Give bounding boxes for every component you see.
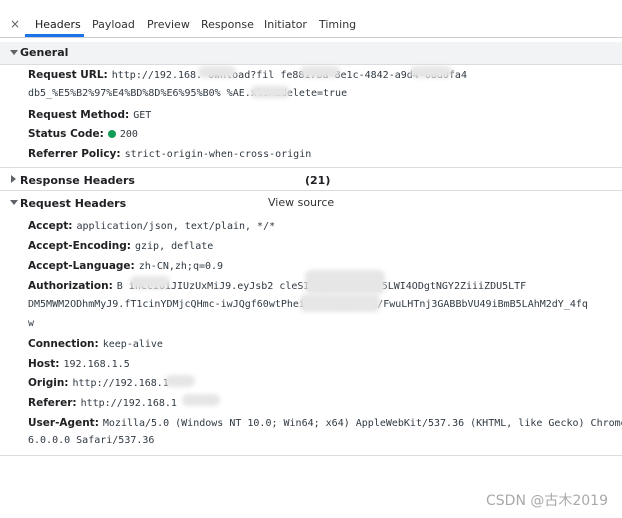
status-code-row: Status Code: 200 <box>28 127 138 140</box>
status-ok-icon <box>107 130 116 138</box>
general-title: General <box>20 46 69 59</box>
redaction <box>165 375 195 387</box>
accept-value: application/json, text/plain, */* <box>76 221 276 232</box>
host-label: Host: <box>28 358 60 370</box>
watermark: CSDN @古木2019 <box>486 493 608 509</box>
referer-row: Referer: http://192.168.1 <box>28 396 177 409</box>
response-headers-title: Response Headers <box>20 174 135 187</box>
accept-language-value: zh-CN,zh;q=0.9 <box>138 261 224 272</box>
redaction <box>410 66 452 78</box>
host-value: 192.168.1.5 <box>63 359 130 370</box>
tab-response[interactable]: Response <box>201 18 254 31</box>
request-headers-title: Request Headers <box>20 197 127 210</box>
origin-value: http://192.168.1 <box>72 378 169 389</box>
authorization-value-cont: w <box>28 318 35 329</box>
redaction <box>300 66 340 78</box>
origin-label: Origin: <box>28 377 69 389</box>
status-code-value: 200 <box>119 129 138 140</box>
request-url-label: Request URL: <box>28 69 108 81</box>
accept-encoding-value: gzip, deflate <box>134 241 214 252</box>
user-agent-row: User-Agent: Mozilla/5.0 (Windows NT 10.0;… <box>28 416 622 429</box>
tab-headers[interactable]: Headers <box>35 18 81 31</box>
connection-row: Connection: keep-alive <box>28 337 163 350</box>
connection-label: Connection: <box>28 338 99 350</box>
host-row: Host: 192.168.1.5 <box>28 357 130 370</box>
expand-triangle-icon <box>10 200 18 205</box>
accept-label: Accept: <box>28 220 73 232</box>
user-agent-value: Mozilla/5.0 (Windows NT 10.0; Win64; x64… <box>102 418 622 429</box>
accept-language-label: Accept-Language: <box>28 260 135 272</box>
active-tab-indicator <box>25 34 84 37</box>
origin-row: Origin: http://192.168.1 <box>28 376 169 389</box>
referrer-policy-label: Referrer Policy: <box>28 148 121 160</box>
redaction <box>305 270 385 294</box>
divider <box>0 455 622 456</box>
tab-timing[interactable]: Timing <box>319 18 356 31</box>
general-section-header[interactable]: General <box>0 42 622 65</box>
request-method-value: GET <box>133 110 152 121</box>
expand-triangle-icon <box>10 50 18 55</box>
tab-initiator[interactable]: Initiator <box>264 18 307 31</box>
accept-language-row: Accept-Language: zh-CN,zh;q=0.9 <box>28 259 223 272</box>
devtools-tabs: × Headers Payload Preview Response Initi… <box>0 0 622 38</box>
redaction <box>130 276 170 289</box>
request-method-label: Request Method: <box>28 109 130 121</box>
referrer-policy-value: strict-origin-when-cross-origin <box>124 149 312 160</box>
collapse-triangle-icon <box>11 175 16 183</box>
request-url-value-cont: db5_%E5%B2%97%E4%BD%8D%E6%95%B0% %AE.xls… <box>28 88 348 99</box>
referrer-policy-row: Referrer Policy: strict-origin-when-cross… <box>28 147 311 160</box>
status-code-label: Status Code: <box>28 128 104 140</box>
user-agent-label: User-Agent: <box>28 417 99 429</box>
user-agent-value-cont: 6.0.0.0 Safari/537.36 <box>28 435 155 446</box>
referer-label: Referer: <box>28 397 77 409</box>
redaction <box>250 86 290 98</box>
referer-value: http://192.168.1 <box>80 398 177 409</box>
view-source-link[interactable]: View source <box>268 196 334 209</box>
close-icon[interactable]: × <box>10 17 20 31</box>
authorization-row: Authorization: B ihCciOiJIUzUxMiJ9.eyJsb2… <box>28 279 526 292</box>
redaction <box>300 294 380 312</box>
response-headers-count: (21) <box>305 174 331 187</box>
request-method-row: Request Method: GET <box>28 108 151 121</box>
redaction <box>198 66 236 78</box>
accept-encoding-row: Accept-Encoding: gzip, deflate <box>28 239 213 252</box>
redaction <box>182 394 220 406</box>
accept-row: Accept: application/json, text/plain, */* <box>28 219 275 232</box>
request-url-row: Request URL: http://192.168. ownload?fil … <box>28 68 467 81</box>
request-headers-header[interactable]: Request Headers <box>0 191 260 213</box>
accept-encoding-label: Accept-Encoding: <box>28 240 131 252</box>
tab-preview[interactable]: Preview <box>147 18 190 31</box>
connection-value: keep-alive <box>102 339 163 350</box>
authorization-label: Authorization: <box>28 280 113 292</box>
tab-payload[interactable]: Payload <box>92 18 135 31</box>
